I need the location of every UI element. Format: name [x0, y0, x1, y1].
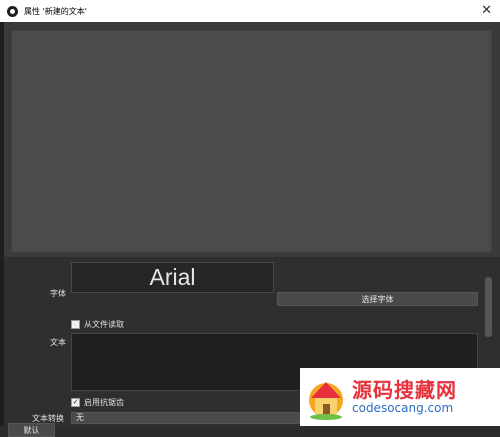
obs-logo-icon: [7, 5, 18, 17]
select-font-button[interactable]: 选择字体: [277, 292, 478, 306]
antialias-label: 启用抗锯齿: [84, 398, 124, 407]
close-icon[interactable]: ✕: [481, 3, 492, 18]
text-transform-select[interactable]: 无: [71, 412, 307, 424]
read-from-file-row[interactable]: 从文件读取: [71, 319, 124, 330]
antialias-checkbox[interactable]: ✓: [71, 398, 80, 407]
scrollbar[interactable]: [485, 277, 492, 337]
watermark: 源码搜藏网 codesocang.com: [300, 368, 500, 426]
font-label: 字体: [50, 289, 66, 298]
properties-dialog: 字体 Arial 选择字体 从文件读取 文本 ✓ 启用抗锯齿 文本转换 无 默认: [4, 22, 500, 437]
font-preview: Arial: [71, 262, 274, 293]
read-from-file-label: 从文件读取: [84, 320, 124, 329]
house-logo-icon: [309, 382, 343, 420]
antialias-row[interactable]: ✓ 启用抗锯齿: [71, 397, 124, 408]
preview-area: [11, 30, 492, 253]
defaults-button[interactable]: 默认: [8, 423, 55, 437]
title-bar: 属性 '新建的文本' ✕: [0, 0, 500, 23]
read-from-file-checkbox[interactable]: [71, 320, 80, 329]
text-label: 文本: [50, 338, 66, 347]
watermark-cn: 源码搜藏网: [352, 378, 457, 402]
watermark-en: codesocang.com: [352, 401, 454, 415]
window-title: 属性 '新建的文本': [24, 6, 87, 16]
